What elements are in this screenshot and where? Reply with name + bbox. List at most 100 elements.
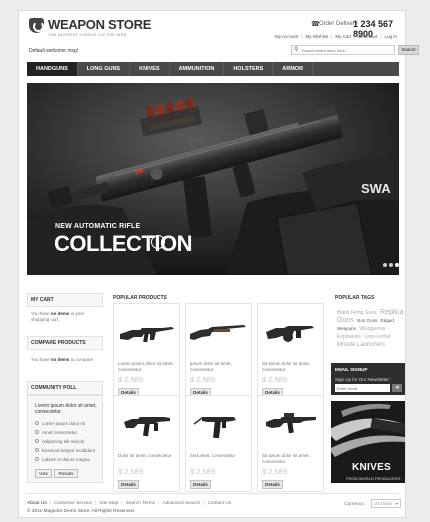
separator: | bbox=[354, 34, 356, 39]
product-card[interactable]: Sit ipsum dolor sit amet, consectetur $ … bbox=[257, 395, 324, 492]
details-button[interactable]: Details bbox=[118, 480, 139, 489]
separator: | bbox=[203, 501, 205, 506]
page: WEAPON STORE THE BIGGEST CHOICE ON THE W… bbox=[18, 10, 419, 518]
product-description: Sit ipsum dolor sit amet, consectetur bbox=[262, 361, 311, 372]
cart-text-bold: no items bbox=[50, 311, 70, 316]
assault-rifle-icon[interactable] bbox=[114, 310, 179, 356]
poll-option[interactable]: Labore et dolore magna bbox=[42, 457, 90, 462]
footer-link-customer-service[interactable]: Customer Service bbox=[54, 501, 92, 506]
poll-option[interactable]: Amet consectetur bbox=[42, 430, 77, 435]
svg-text:SWA: SWA bbox=[361, 181, 391, 196]
footer-divider bbox=[27, 493, 399, 494]
main-nav: HANDGUNS LONG GUNS KNIVES AMMUNITION HOL… bbox=[27, 62, 399, 76]
tag-link[interactable]: Wudgeons bbox=[359, 326, 385, 332]
poll-radio[interactable] bbox=[35, 448, 39, 452]
footer-link-search-terms[interactable]: Search Terms bbox=[126, 501, 156, 506]
top-link-wishlist[interactable]: My Wishlist bbox=[305, 34, 328, 39]
submachine-gun-icon[interactable] bbox=[114, 402, 179, 448]
nav-item-handguns[interactable]: HANDGUNS bbox=[27, 62, 78, 76]
logo-title[interactable]: WEAPON STORE bbox=[48, 17, 151, 32]
currency-select[interactable]: US Dollar bbox=[371, 499, 401, 508]
uzi-icon[interactable] bbox=[186, 402, 251, 448]
product-card[interactable]: Ipsum dolor sit amet, consectetur $ 2,58… bbox=[185, 303, 252, 400]
nav-item-knives[interactable]: KNIVES bbox=[130, 62, 170, 76]
arrow-right-icon[interactable]: ➜ bbox=[392, 384, 402, 392]
slider-dots bbox=[383, 263, 399, 267]
slider-dot[interactable] bbox=[389, 263, 393, 267]
product-card[interactable]: Sed amet, consectetur $ 2,589 Details bbox=[185, 395, 252, 492]
poll-radio[interactable] bbox=[35, 421, 39, 425]
tag-link[interactable]: Blank Firing Guns bbox=[337, 310, 377, 316]
drum-shotgun-icon[interactable] bbox=[258, 310, 323, 356]
search-button[interactable]: Search bbox=[398, 45, 419, 55]
tag-link[interactable]: Non Guns bbox=[357, 318, 377, 323]
banner[interactable]: SWA NEW AUTOMATIC RIFLE COLLECTION › bbox=[27, 83, 399, 275]
promo-subtitle: FROM WORLD PRODUCERS bbox=[346, 476, 401, 481]
shotgun-icon[interactable] bbox=[186, 310, 251, 356]
product-description: Lorem ipsum dolor sit amet, consectetur bbox=[118, 361, 174, 372]
top-link-login[interactable]: Log In bbox=[384, 34, 397, 39]
banner-next-icon[interactable]: › bbox=[151, 235, 165, 249]
tag-cloud: Blank Firing Guns Replica Guns Non Guns … bbox=[337, 309, 405, 349]
cart-text: You have no items in your shopping cart. bbox=[31, 311, 103, 323]
carbine-icon[interactable] bbox=[258, 402, 323, 448]
details-button[interactable]: Details bbox=[190, 480, 211, 489]
top-links: My Account | My Wishlist | My Cart | Che… bbox=[275, 34, 397, 39]
product-description: Dolor sit amet, consectetur bbox=[118, 453, 172, 458]
poll-option[interactable]: Eiusmod tempor incididunt bbox=[42, 448, 95, 453]
welcome-message: Default welcome msg! bbox=[29, 48, 79, 54]
tag-link[interactable]: Missile Launchers bbox=[337, 342, 385, 348]
footer-link-site-map[interactable]: Site Map bbox=[99, 501, 118, 506]
product-price: $ 2,589 bbox=[118, 467, 144, 476]
nav-item-holsters[interactable]: HOLSTERS bbox=[224, 62, 274, 76]
footer-link-contact[interactable]: Contact Us bbox=[207, 501, 231, 506]
details-button[interactable]: Details bbox=[262, 480, 283, 489]
logo-icon[interactable] bbox=[29, 18, 44, 33]
banner-title: COLLECTION bbox=[54, 231, 193, 256]
product-description: Ipsum dolor sit amet, consectetur bbox=[190, 361, 232, 372]
compare-text-end: to compare. bbox=[69, 357, 95, 362]
compare-text: You have no items to compare. bbox=[31, 357, 103, 363]
cart-title: MY CART bbox=[31, 297, 54, 303]
product-price: $ 2,589 bbox=[262, 467, 288, 476]
banner-subtitle: NEW AUTOMATIC RIFLE bbox=[55, 223, 141, 230]
footer-link-advanced-search[interactable]: Advanced Search bbox=[162, 501, 200, 506]
tag-link[interactable]: Less-Lethal bbox=[364, 334, 390, 340]
poll-radio[interactable] bbox=[35, 439, 39, 443]
phone-label: Order Delivery bbox=[319, 21, 358, 27]
results-button[interactable]: Results bbox=[54, 469, 78, 478]
tag-link[interactable]: Explosives bbox=[337, 334, 361, 340]
logo-subtitle: THE BIGGEST CHOICE ON THE WEB bbox=[48, 32, 127, 37]
product-description: Sed amet, consectetur bbox=[190, 453, 236, 458]
nav-item-ammunition[interactable]: AMMUNITION bbox=[170, 62, 225, 76]
search-icon: ⚲ bbox=[294, 47, 299, 53]
footer-link-about[interactable]: About Us bbox=[27, 501, 47, 506]
poll-option[interactable]: Lorem ipsum dolor sit bbox=[42, 421, 85, 426]
separator: | bbox=[49, 501, 51, 506]
top-link-cart[interactable]: My Cart bbox=[335, 34, 351, 39]
separator: | bbox=[301, 34, 303, 39]
newsletter-email-input[interactable] bbox=[335, 384, 390, 392]
slider-dot-active[interactable] bbox=[395, 263, 399, 267]
footer-links: About Us | Customer Service | Site Map |… bbox=[27, 501, 231, 506]
top-link-checkout[interactable]: Checkout bbox=[358, 34, 377, 39]
separator: | bbox=[158, 501, 160, 506]
separator: | bbox=[121, 501, 123, 506]
vote-button[interactable]: Vote bbox=[35, 469, 52, 478]
compare-text-bold: no items bbox=[50, 357, 70, 362]
top-link-account[interactable]: My Account bbox=[275, 34, 298, 39]
product-card[interactable]: Lorem ipsum dolor sit amet, consectetur … bbox=[113, 303, 180, 400]
poll-radio[interactable] bbox=[35, 430, 39, 434]
nav-item-armor[interactable]: ARMOR bbox=[273, 62, 314, 76]
nav-item-long-guns[interactable]: LONG GUNS bbox=[78, 62, 131, 76]
newsletter-label: Sign Up for Our Newsletter: bbox=[335, 377, 391, 382]
poll-radio[interactable] bbox=[35, 457, 39, 461]
search-input[interactable] bbox=[302, 46, 392, 54]
poll-option[interactable]: Adipiscing elit sed do bbox=[42, 439, 84, 444]
products-title: POPULAR PRODUCTS bbox=[113, 295, 167, 301]
product-card[interactable]: Dolor sit amet, consectetur $ 2,589 Deta… bbox=[113, 395, 180, 492]
poll-question: Lorem ipsum dolor sit amet, consectetur bbox=[35, 403, 97, 415]
product-card[interactable]: Sit ipsum dolor sit amet, consectetur $ … bbox=[257, 303, 324, 400]
product-description: Sit ipsum dolor sit amet, consectetur bbox=[262, 453, 311, 464]
slider-dot[interactable] bbox=[383, 263, 387, 267]
